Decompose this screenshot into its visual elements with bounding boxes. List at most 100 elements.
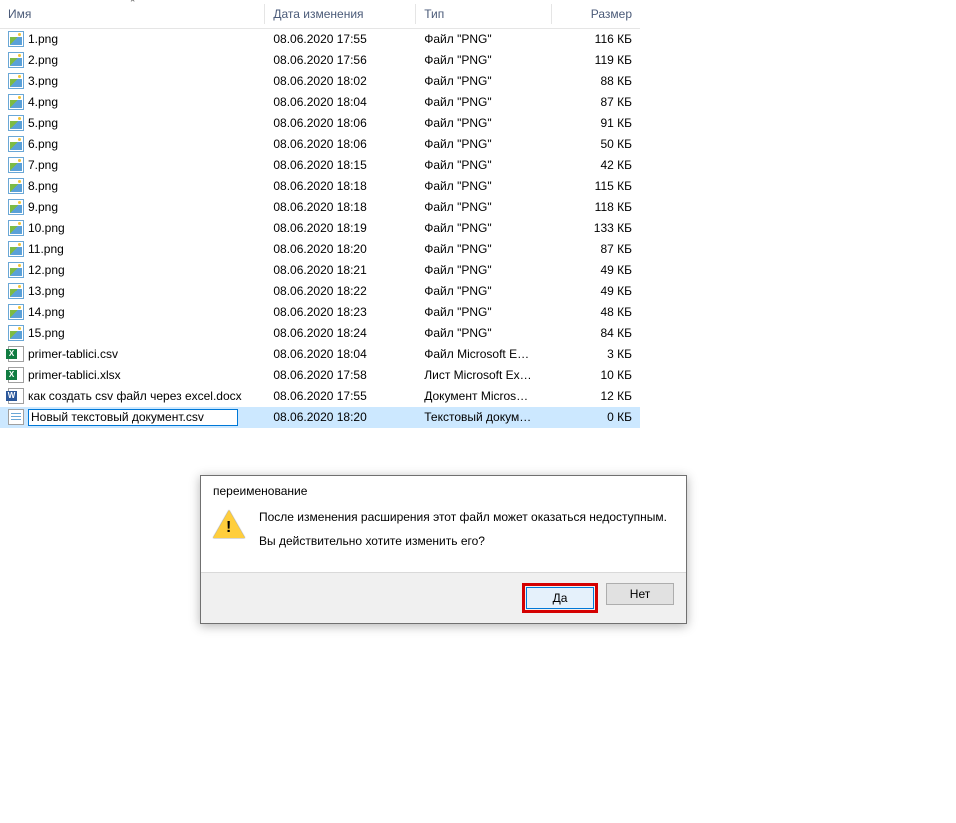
file-name: 1.png [28, 32, 58, 46]
file-type: Текстовый докум… [416, 407, 551, 428]
file-size: 116 КБ [552, 28, 640, 50]
file-date: 08.06.2020 18:18 [265, 176, 416, 197]
file-date: 08.06.2020 18:15 [265, 155, 416, 176]
file-name: 6.png [28, 137, 58, 151]
file-row[interactable]: 3.png08.06.2020 18:02Файл "PNG"88 КБ [0, 71, 640, 92]
file-size: 87 КБ [552, 92, 640, 113]
file-size: 49 КБ [552, 281, 640, 302]
file-size: 84 КБ [552, 323, 640, 344]
file-size: 12 КБ [552, 386, 640, 407]
file-name: 8.png [28, 179, 58, 193]
file-row[interactable]: 6.png 08.06.2020 18:06Файл "PNG"50 КБ [0, 134, 640, 155]
file-name: 7.png [28, 158, 58, 172]
file-row[interactable]: 14.png08.06.2020 18:23Файл "PNG"48 КБ [0, 302, 640, 323]
yes-button[interactable]: Да [526, 587, 594, 609]
file-row[interactable]: 11.png08.06.2020 18:20Файл "PNG"87 КБ [0, 239, 640, 260]
column-header-size[interactable]: Размер [552, 0, 640, 28]
file-row[interactable]: 2.png08.06.2020 17:56Файл "PNG"119 КБ [0, 50, 640, 71]
file-type: Файл Microsoft E… [416, 344, 551, 365]
dialog-message: После изменения расширения этот файл мож… [259, 510, 667, 558]
file-row[interactable]: 15.png 08.06.2020 18:24Файл "PNG"84 КБ [0, 323, 640, 344]
file-date: 08.06.2020 18:18 [265, 197, 416, 218]
dialog-message-line2: Вы действительно хотите изменить его? [259, 534, 667, 548]
file-name: primer-tablici.csv [28, 347, 118, 361]
file-date: 08.06.2020 18:19 [265, 218, 416, 239]
file-list: Имя ⌃ Дата изменения Тип Размер 1.png 08.… [0, 0, 640, 428]
no-button[interactable]: Нет [606, 583, 674, 605]
file-row[interactable]: 9.png 08.06.2020 18:18Файл "PNG"118 КБ [0, 197, 640, 218]
file-size: 10 КБ [552, 365, 640, 386]
file-name: как создать csv файл через excel.docx [28, 389, 242, 403]
file-date: 08.06.2020 17:58 [265, 365, 416, 386]
file-date: 08.06.2020 17:55 [265, 386, 416, 407]
file-date: 08.06.2020 17:56 [265, 50, 416, 71]
file-row[interactable]: 1.png 08.06.2020 17:55Файл "PNG"116 КБ [0, 28, 640, 50]
file-size: 3 КБ [552, 344, 640, 365]
file-row[interactable]: 5.png08.06.2020 18:06Файл "PNG"91 КБ [0, 113, 640, 134]
file-type: Файл "PNG" [416, 134, 551, 155]
file-type: Файл "PNG" [416, 155, 551, 176]
image-file-icon [8, 220, 24, 236]
dialog-button-bar: Да Нет [201, 572, 686, 623]
file-row[interactable]: primer-tablici.csv08.06.2020 18:04Файл M… [0, 344, 640, 365]
file-row[interactable]: как создать csv файл через excel.docx 08.… [0, 386, 640, 407]
file-size: 87 КБ [552, 239, 640, 260]
sort-ascending-icon: ⌃ [129, 0, 137, 9]
file-type: Файл "PNG" [416, 302, 551, 323]
file-type: Файл "PNG" [416, 50, 551, 71]
image-file-icon [8, 262, 24, 278]
file-date: 08.06.2020 18:20 [265, 239, 416, 260]
column-header-type-label: Тип [424, 7, 444, 21]
column-header-row: Имя ⌃ Дата изменения Тип Размер [0, 0, 640, 28]
file-size: 0 КБ [552, 407, 640, 428]
file-date: 08.06.2020 18:21 [265, 260, 416, 281]
file-type: Файл "PNG" [416, 176, 551, 197]
file-row[interactable]: 10.png08.06.2020 18:19Файл "PNG"133 КБ [0, 218, 640, 239]
file-row[interactable]: 08.06.2020 18:20Текстовый докум…0 КБ [0, 407, 640, 428]
file-type: Файл "PNG" [416, 281, 551, 302]
file-name: 14.png [28, 305, 65, 319]
file-type: Файл "PNG" [416, 197, 551, 218]
image-file-icon [8, 31, 24, 47]
dialog-title: переименование [201, 476, 686, 508]
file-date: 08.06.2020 18:02 [265, 71, 416, 92]
file-row[interactable]: 8.png08.06.2020 18:18Файл "PNG"115 КБ [0, 176, 640, 197]
column-header-name[interactable]: Имя ⌃ [0, 0, 265, 28]
rename-input[interactable] [28, 409, 238, 426]
file-size: 50 КБ [552, 134, 640, 155]
image-file-icon [8, 73, 24, 89]
file-row[interactable]: 7.png08.06.2020 18:15Файл "PNG"42 КБ [0, 155, 640, 176]
file-size: 118 КБ [552, 197, 640, 218]
column-header-type[interactable]: Тип [416, 0, 551, 28]
image-file-icon [8, 325, 24, 341]
word-file-icon [8, 388, 24, 404]
file-name: 15.png [28, 326, 65, 340]
image-file-icon [8, 115, 24, 131]
column-header-date[interactable]: Дата изменения [265, 0, 416, 28]
file-name: 2.png [28, 53, 58, 67]
file-row[interactable]: 12.png08.06.2020 18:21Файл "PNG"49 КБ [0, 260, 640, 281]
image-file-icon [8, 94, 24, 110]
image-file-icon [8, 241, 24, 257]
file-type: Файл "PNG" [416, 323, 551, 344]
file-row[interactable]: primer-tablici.xlsx 08.06.2020 17:58Лист … [0, 365, 640, 386]
file-row[interactable]: 4.png08.06.2020 18:04Файл "PNG"87 КБ [0, 92, 640, 113]
file-date: 08.06.2020 18:04 [265, 92, 416, 113]
excel-file-icon [8, 367, 24, 383]
excel-file-icon [8, 346, 24, 362]
file-row[interactable]: 13.png08.06.2020 18:22Файл "PNG"49 КБ [0, 281, 640, 302]
image-file-icon [8, 157, 24, 173]
file-name: 13.png [28, 284, 65, 298]
file-size: 133 КБ [552, 218, 640, 239]
file-type: Документ Micros… [416, 386, 551, 407]
image-file-icon [8, 199, 24, 215]
file-date: 08.06.2020 17:55 [265, 28, 416, 50]
file-type: Файл "PNG" [416, 28, 551, 50]
file-name: 9.png [28, 200, 58, 214]
file-type: Лист Microsoft Ex… [416, 365, 551, 386]
file-date: 08.06.2020 18:06 [265, 134, 416, 155]
file-type: Файл "PNG" [416, 113, 551, 134]
file-date: 08.06.2020 18:24 [265, 323, 416, 344]
file-date: 08.06.2020 18:23 [265, 302, 416, 323]
file-name: primer-tablici.xlsx [28, 368, 121, 382]
